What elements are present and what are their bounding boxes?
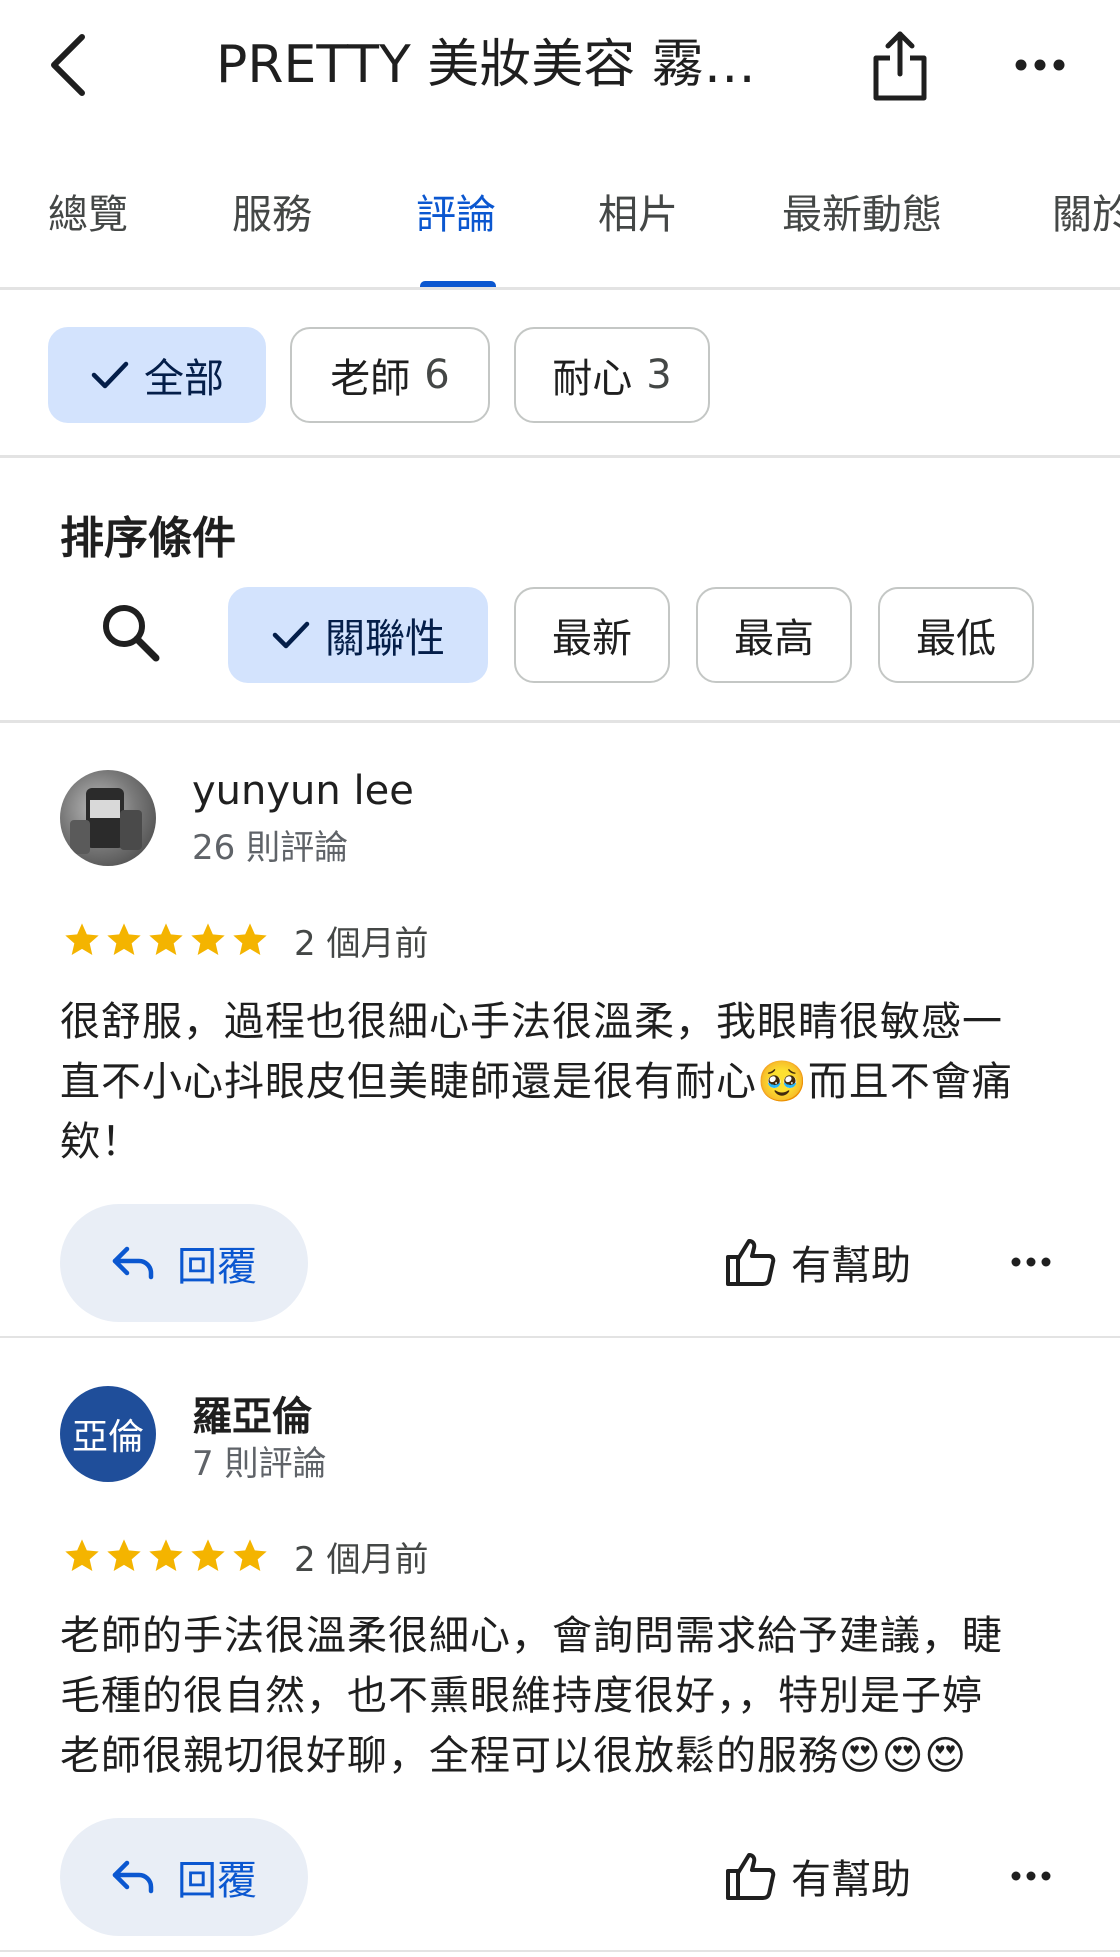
sort-chip-newest[interactable]: 最新 xyxy=(514,587,670,683)
check-icon xyxy=(272,621,310,649)
helpful-label: 有幫助 xyxy=(791,1243,911,1289)
check-icon xyxy=(91,361,129,389)
reviewer-name[interactable]: yunyun lee xyxy=(192,768,414,814)
reply-button[interactable]: 回覆 xyxy=(60,1818,308,1936)
sort-chip-label: 最新 xyxy=(552,616,632,662)
reply-arrow-icon xyxy=(112,1860,154,1894)
sort-chip-label: 關聯性 xyxy=(325,616,445,662)
sort-chip-highest[interactable]: 最高 xyxy=(696,587,852,683)
filter-chip-all[interactable]: 全部 xyxy=(48,327,266,423)
share-icon xyxy=(873,31,927,101)
place-title: PRETTY 美妝美容 霧… xyxy=(216,35,756,95)
review-text-line: 直不小心抖眼皮但美睫師還是很有耐心🥹而且不會痛 xyxy=(60,1059,1013,1105)
active-tab-indicator xyxy=(420,281,496,287)
reply-button[interactable]: 回覆 xyxy=(60,1204,308,1322)
top-app-bar: PRETTY 美妝美容 霧… xyxy=(0,0,1120,150)
tab-about[interactable]: 關於 xyxy=(1052,185,1120,245)
divider xyxy=(0,1950,1120,1952)
filter-chip-patience[interactable]: 耐心 3 xyxy=(514,327,710,423)
sort-title: 排序條件 xyxy=(60,513,236,564)
tab-updates[interactable]: 最新動態 xyxy=(782,185,942,245)
review-more-button[interactable] xyxy=(1004,1856,1058,1896)
star-icon xyxy=(233,923,267,955)
filter-chip-count: 6 xyxy=(424,352,450,398)
tab-photos[interactable]: 相片 xyxy=(598,185,678,245)
tab-reviews[interactable]: 評論 xyxy=(416,185,496,245)
avatar-initials: 亞倫 xyxy=(71,1417,144,1458)
filter-chip-count: 3 xyxy=(646,352,672,398)
more-horizontal-icon xyxy=(1015,59,1065,71)
review-more-button[interactable] xyxy=(1004,1242,1058,1282)
sort-chip-label: 最低 xyxy=(916,616,996,662)
star-icon xyxy=(107,923,141,955)
star-icon xyxy=(65,1539,99,1571)
sort-chip-relevance[interactable]: 關聯性 xyxy=(228,587,488,683)
star-icon xyxy=(149,1539,183,1571)
back-chevron-icon xyxy=(51,34,85,96)
more-options-button[interactable] xyxy=(1010,40,1070,90)
sort-chip-label: 最高 xyxy=(734,616,814,662)
star-rating xyxy=(62,920,270,960)
star-icon xyxy=(233,1539,267,1571)
reply-label: 回覆 xyxy=(177,1858,257,1904)
review-text-line: 老師很親切很好聊，全程可以很放鬆的服務😍😍😍 xyxy=(60,1733,968,1779)
search-icon xyxy=(103,605,160,662)
review-text-line: 毛種的很自然，也不熏眼維持度很好，，特別是子婷 xyxy=(60,1673,983,1719)
tab-services[interactable]: 服務 xyxy=(232,185,312,245)
helpful-button[interactable]: 有幫助 xyxy=(725,1222,911,1302)
thumbs-up-icon xyxy=(726,1239,776,1286)
tab-overview[interactable]: 總覽 xyxy=(48,185,128,245)
thumbs-up-icon xyxy=(726,1853,776,1900)
divider xyxy=(0,455,1120,458)
back-button[interactable] xyxy=(40,30,96,100)
more-horizontal-icon xyxy=(1011,1257,1051,1267)
sort-chip-lowest[interactable]: 最低 xyxy=(878,587,1034,683)
review-text-line: 很舒服，過程也很細心手法很溫柔，我眼睛很敏感一 xyxy=(60,999,1003,1045)
helpful-button[interactable]: 有幫助 xyxy=(725,1836,911,1916)
star-icon xyxy=(149,923,183,955)
review-text-line: 欸！ xyxy=(60,1119,142,1165)
filter-chip-teacher[interactable]: 老師 6 xyxy=(290,327,490,423)
search-reviews-button[interactable] xyxy=(98,600,164,666)
star-icon xyxy=(191,923,225,955)
reply-label: 回覆 xyxy=(177,1244,257,1290)
reviewer-review-count: 7 則評論 xyxy=(192,1444,327,1484)
filter-chip-label: 耐心 xyxy=(552,356,633,402)
reply-arrow-icon xyxy=(112,1246,154,1280)
review-date: 2 個月前 xyxy=(294,1540,429,1580)
review-text: 很舒服，過程也很細心手法很溫柔，我眼睛很敏感一 直不小心抖眼皮但美睫師還是很有耐… xyxy=(60,992,1070,1172)
share-button[interactable] xyxy=(868,28,932,104)
tab-bar: 總覽 服務 評論 相片 最新動態 關於 xyxy=(0,155,1120,290)
avatar[interactable] xyxy=(60,770,156,866)
avatar[interactable]: 亞倫 xyxy=(60,1386,156,1482)
review-text: 老師的手法很溫柔很細心，會詢問需求給予建議，睫 毛種的很自然，也不熏眼維持度很好… xyxy=(60,1606,1070,1786)
star-icon xyxy=(191,1539,225,1571)
review-text-line: 老師的手法很溫柔很細心，會詢問需求給予建議，睫 xyxy=(60,1613,1003,1659)
star-icon xyxy=(65,923,99,955)
filter-chip-label: 老師 xyxy=(330,356,411,402)
star-icon xyxy=(107,1539,141,1571)
reviewer-review-count: 26 則評論 xyxy=(192,828,349,868)
divider xyxy=(0,1336,1120,1338)
more-horizontal-icon xyxy=(1011,1871,1051,1881)
reviewer-name[interactable]: 羅亞倫 xyxy=(192,1384,312,1442)
avatar-photo-icon xyxy=(70,788,142,854)
divider xyxy=(0,720,1120,723)
helpful-label: 有幫助 xyxy=(791,1857,911,1903)
star-rating xyxy=(62,1536,270,1576)
filter-chip-label: 全部 xyxy=(144,356,224,402)
review-date: 2 個月前 xyxy=(294,924,429,964)
